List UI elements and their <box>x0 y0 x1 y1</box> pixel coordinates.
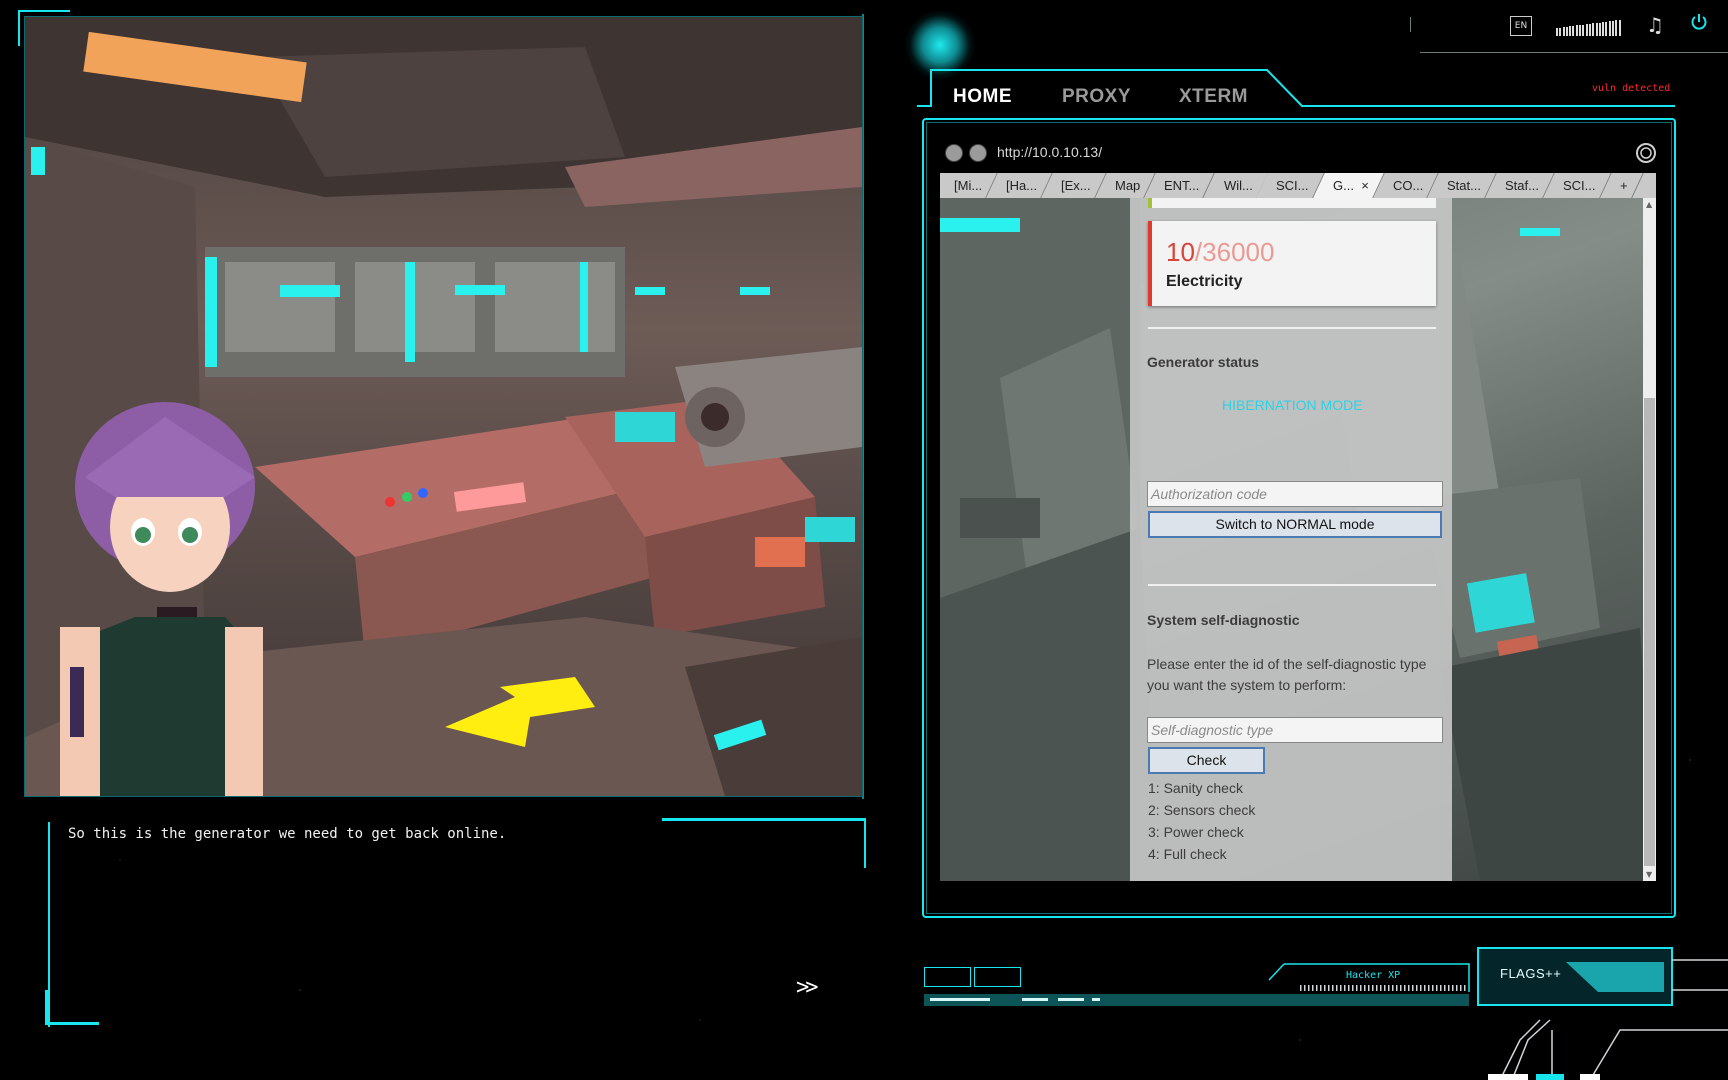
divider <box>1148 584 1436 586</box>
diagnostic-option: 4: Full check <box>1148 846 1227 862</box>
volume-tick <box>1592 23 1595 36</box>
volume-tick <box>1585 24 1588 36</box>
dialog-text: So this is the generator we need to get … <box>68 826 507 842</box>
authorization-code-input[interactable]: Authorization code <box>1147 481 1443 507</box>
diagnostic-prompt: Please enter the id of the self-diagnost… <box>1147 656 1427 693</box>
electricity-card: 10/36000 Electricity <box>1148 221 1436 306</box>
volume-tick <box>1612 20 1615 36</box>
generator-status-heading: Generator status <box>1147 354 1260 370</box>
bottom-circuit-lines <box>1488 1019 1728 1080</box>
scroll-down-icon[interactable]: ▼ <box>1646 870 1652 879</box>
volume-tick <box>1575 25 1578 36</box>
back-button[interactable] <box>945 144 963 162</box>
volume-tick <box>1598 22 1601 36</box>
volume-tick <box>1562 27 1565 36</box>
reload-icon[interactable] <box>1635 142 1657 164</box>
volume-tick <box>1582 24 1585 36</box>
switch-normal-mode-button[interactable]: Switch to NORMAL mode <box>1148 511 1442 538</box>
volume-tick <box>1605 21 1608 36</box>
scroll-up-icon[interactable]: ▲ <box>1646 200 1652 209</box>
volume-tick <box>1579 25 1582 36</box>
volume-tick <box>1595 22 1598 36</box>
volume-tick <box>1608 21 1611 36</box>
browser-tab-bar: [Mi... [Ha... [Ex... Map ENT... Wil... S… <box>940 173 1656 199</box>
electricity-value: 10/36000 <box>1166 237 1275 267</box>
diagnostic-option: 3: Power check <box>1148 824 1244 840</box>
volume-tick <box>1588 23 1591 36</box>
tab-close-icon[interactable]: × <box>1361 178 1369 193</box>
volume-tick <box>1602 22 1605 36</box>
volume-tick <box>1556 28 1558 36</box>
music-icon[interactable]: ♫ <box>1646 13 1664 37</box>
hacker-xp-label: Hacker XP <box>1346 970 1401 981</box>
forward-button[interactable] <box>969 144 987 162</box>
nav-tab-xterm[interactable]: XTERM <box>1179 86 1248 108</box>
scene-view <box>25 17 862 796</box>
diagnostic-option: 2: Sensors check <box>1148 802 1256 818</box>
volume-tick <box>1559 27 1562 36</box>
card-sliver <box>1148 198 1436 208</box>
volume-slider[interactable] <box>1556 17 1632 36</box>
nav-tab-home[interactable]: HOME <box>953 86 1012 108</box>
self-diagnostic-type-input[interactable]: Self-diagnostic type <box>1147 717 1443 743</box>
generator-status-value: HIBERNATION MODE <box>1222 397 1363 413</box>
check-button[interactable]: Check <box>1148 747 1265 774</box>
volume-tick <box>1572 25 1575 36</box>
power-icon[interactable] <box>1690 13 1708 31</box>
url-bar[interactable]: http://10.0.10.13/ <box>997 144 1102 160</box>
hacker-xp-ticks <box>1300 985 1468 991</box>
language-button[interactable]: EN <box>1510 16 1532 36</box>
flags-button[interactable]: FLAGS++ <box>1500 966 1561 981</box>
volume-tick <box>1615 20 1618 36</box>
volume-tick <box>1565 26 1568 36</box>
volume-tick <box>1569 26 1572 36</box>
scrollbar-thumb[interactable] <box>1644 398 1655 866</box>
volume-tick <box>1618 20 1621 36</box>
diagnostic-heading: System self-diagnostic <box>1147 612 1300 628</box>
divider <box>1148 327 1436 329</box>
next-dialog-button[interactable]: >> <box>796 975 818 1000</box>
electricity-label: Electricity <box>1166 273 1243 290</box>
diagnostic-option: 1: Sanity check <box>1148 780 1243 796</box>
nav-tab-proxy[interactable]: PROXY <box>1062 86 1131 108</box>
scene-illustration <box>25 17 862 796</box>
vuln-detected-label: vuln detected <box>1592 83 1671 94</box>
